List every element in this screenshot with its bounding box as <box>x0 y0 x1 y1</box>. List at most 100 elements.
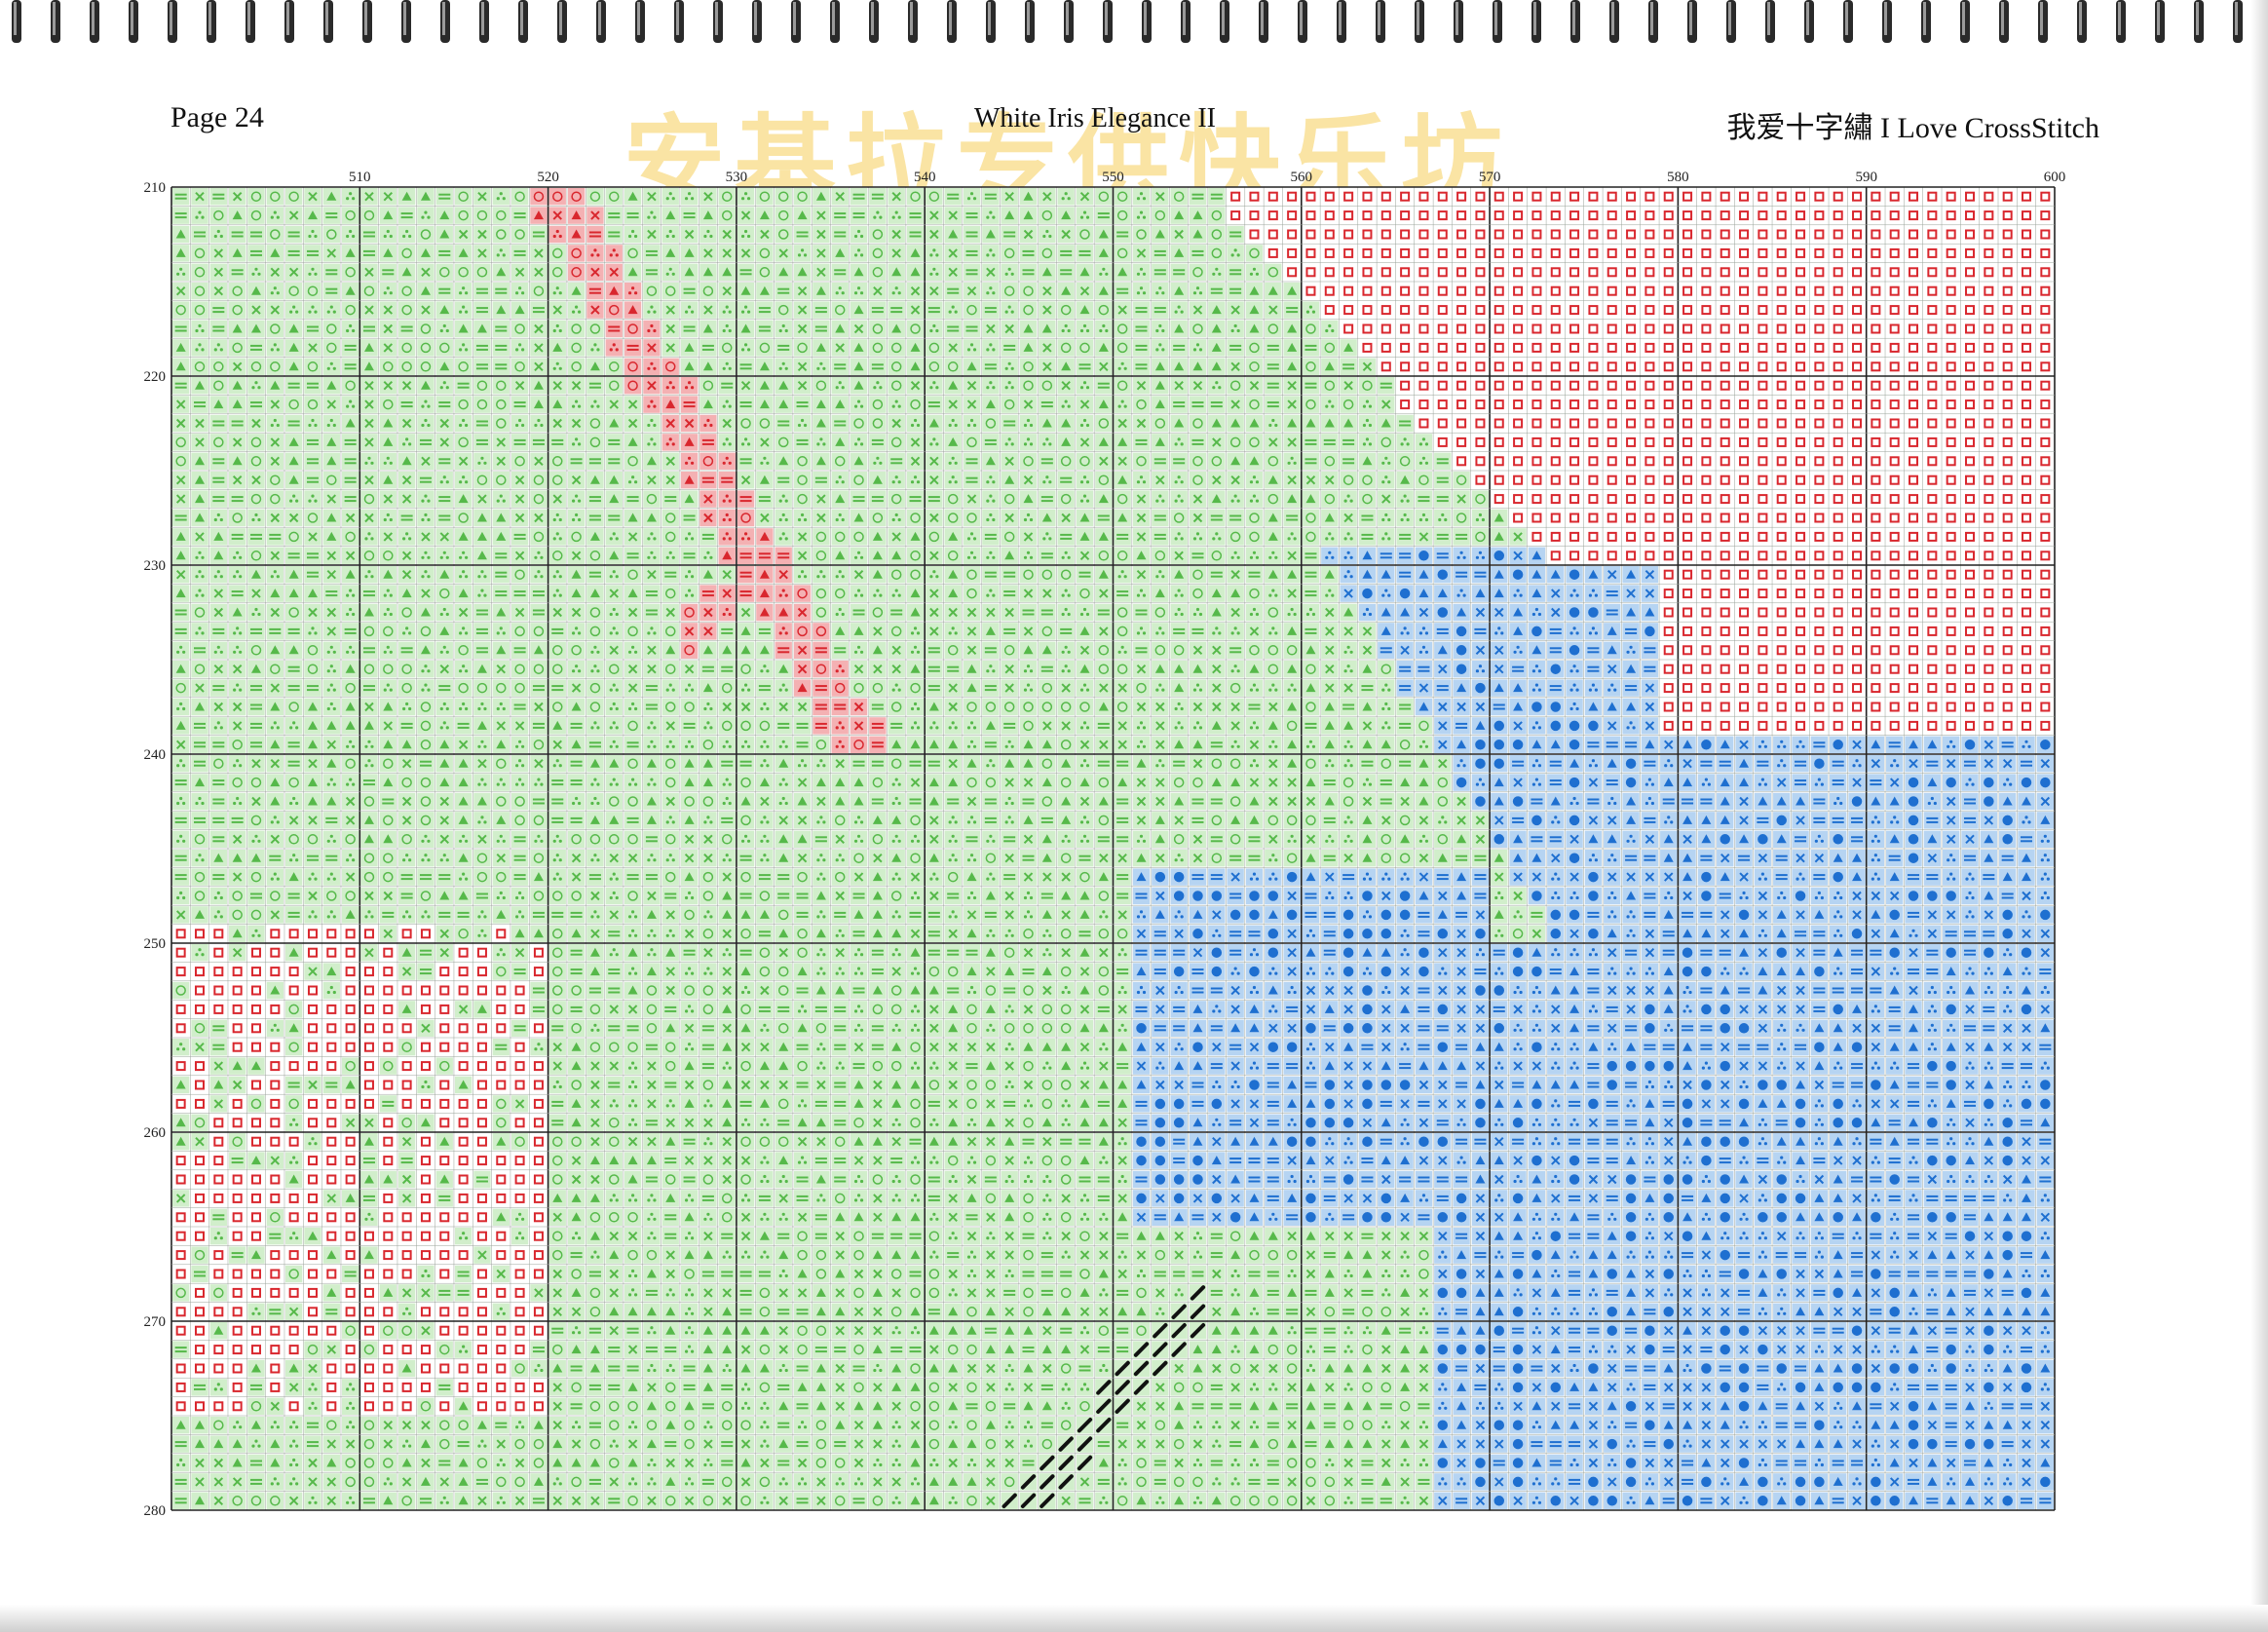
stitch-cell <box>1491 414 1508 433</box>
stitch-cell <box>1810 414 1829 433</box>
stitch-cell <box>304 358 321 375</box>
stitch-cell <box>1773 452 1791 470</box>
stitch-symbol <box>835 517 839 522</box>
stitch-symbol <box>1218 272 1222 276</box>
stitch-cell <box>1622 283 1640 300</box>
stitch-cell <box>926 245 943 262</box>
stitch-cell <box>1283 225 1301 244</box>
stitch-symbol <box>853 234 858 239</box>
stitch-cell <box>1321 320 1339 338</box>
stitch-cell <box>1810 472 1829 489</box>
stitch-cell <box>1980 358 1998 375</box>
stitch-cell <box>435 547 453 564</box>
stitch-cell <box>1641 188 1659 206</box>
stitch-cell <box>737 490 755 508</box>
stitch-cell <box>1830 377 1847 395</box>
stitch-cell <box>1302 245 1320 262</box>
stitch-cell <box>1792 358 1809 375</box>
stitch-cell <box>1547 377 1565 395</box>
stitch-cell <box>1265 377 1282 395</box>
stitch-cell <box>1170 528 1188 546</box>
stitch-cell <box>662 490 679 508</box>
stitch-symbol <box>421 499 425 503</box>
stitch-cell <box>1735 263 1753 281</box>
stitch-cell <box>1961 452 1979 470</box>
stitch-symbol <box>1381 537 1385 541</box>
stitch-cell <box>1471 245 1490 262</box>
stitch-cell <box>2036 207 2054 224</box>
stitch-cell <box>1622 301 1640 319</box>
stitch-cell <box>548 263 566 281</box>
stitch-cell <box>304 245 321 262</box>
stitch-symbol <box>349 229 353 234</box>
stitch-cell <box>1961 263 1979 281</box>
stitch-cell <box>775 207 792 224</box>
stitch-cell <box>228 301 246 319</box>
stitch-cell <box>548 320 566 338</box>
stitch-cell <box>1415 225 1433 244</box>
stitch-cell <box>1378 339 1395 357</box>
stitch-cell <box>492 414 510 433</box>
stitch-cell <box>397 283 416 300</box>
stitch-cell <box>605 207 623 224</box>
stitch-cell <box>1679 263 1696 281</box>
stitch-cell <box>228 547 246 564</box>
stitch-cell <box>1943 358 1960 375</box>
stitch-cell <box>643 207 661 224</box>
stitch-cell <box>2036 263 2054 281</box>
stitch-cell <box>209 301 227 319</box>
stitch-symbol <box>986 499 990 503</box>
stitch-cell <box>1792 452 1809 470</box>
stitch-symbol <box>1048 537 1052 541</box>
stitch-cell <box>1961 396 1979 413</box>
stitch-symbol <box>427 404 431 408</box>
stitch-cell <box>1095 207 1113 224</box>
stitch-cell <box>548 358 566 375</box>
stitch-symbol <box>558 366 562 370</box>
stitch-symbol <box>1004 386 1008 390</box>
stitch-cell <box>1867 377 1885 395</box>
stitch-symbol <box>270 348 274 352</box>
stitch-cell <box>737 528 755 546</box>
stitch-cell <box>963 225 981 244</box>
stitch-symbol <box>552 234 556 239</box>
stitch-cell <box>266 472 284 489</box>
stitch-symbol <box>1368 404 1373 408</box>
stitch-symbol <box>966 537 971 541</box>
stitch-symbol <box>986 215 990 219</box>
stitch-cell <box>266 339 284 357</box>
stitch-cell <box>1641 207 1659 224</box>
stitch-cell <box>247 547 265 564</box>
stitch-symbol <box>465 423 469 428</box>
stitch-symbol <box>935 442 939 446</box>
stitch-cell <box>1867 320 1885 338</box>
stitch-cell <box>1227 434 1244 451</box>
stitch-symbol <box>1158 343 1162 347</box>
stitch-symbol <box>743 343 748 347</box>
stitch-cell <box>266 188 284 206</box>
stitch-cell <box>266 320 284 338</box>
stitch-cell <box>2036 339 2054 357</box>
stitch-symbol <box>1331 537 1335 541</box>
stitch-symbol <box>1215 267 1219 271</box>
stitch-cell <box>1152 452 1169 470</box>
stitch-cell <box>1810 358 1829 375</box>
stitch-cell <box>417 472 435 489</box>
stitch-symbol <box>1085 328 1090 333</box>
stitch-cell <box>1717 434 1734 451</box>
stitch-cell <box>888 377 905 395</box>
stitch-symbol <box>257 386 261 390</box>
stitch-symbol <box>630 229 635 234</box>
stitch-cell <box>1528 301 1546 319</box>
stitch-cell <box>209 225 227 244</box>
stitch-cell <box>454 396 472 413</box>
stitch-symbol <box>1444 517 1448 522</box>
stitch-cell <box>247 207 265 224</box>
stitch-symbol <box>615 348 619 352</box>
stitch-cell <box>228 509 246 527</box>
stitch-cell <box>1001 225 1018 244</box>
stitch-cell <box>1302 207 1320 224</box>
stitch-symbol <box>402 442 406 446</box>
stitch-cell <box>737 358 755 375</box>
stitch-symbol <box>389 461 393 465</box>
